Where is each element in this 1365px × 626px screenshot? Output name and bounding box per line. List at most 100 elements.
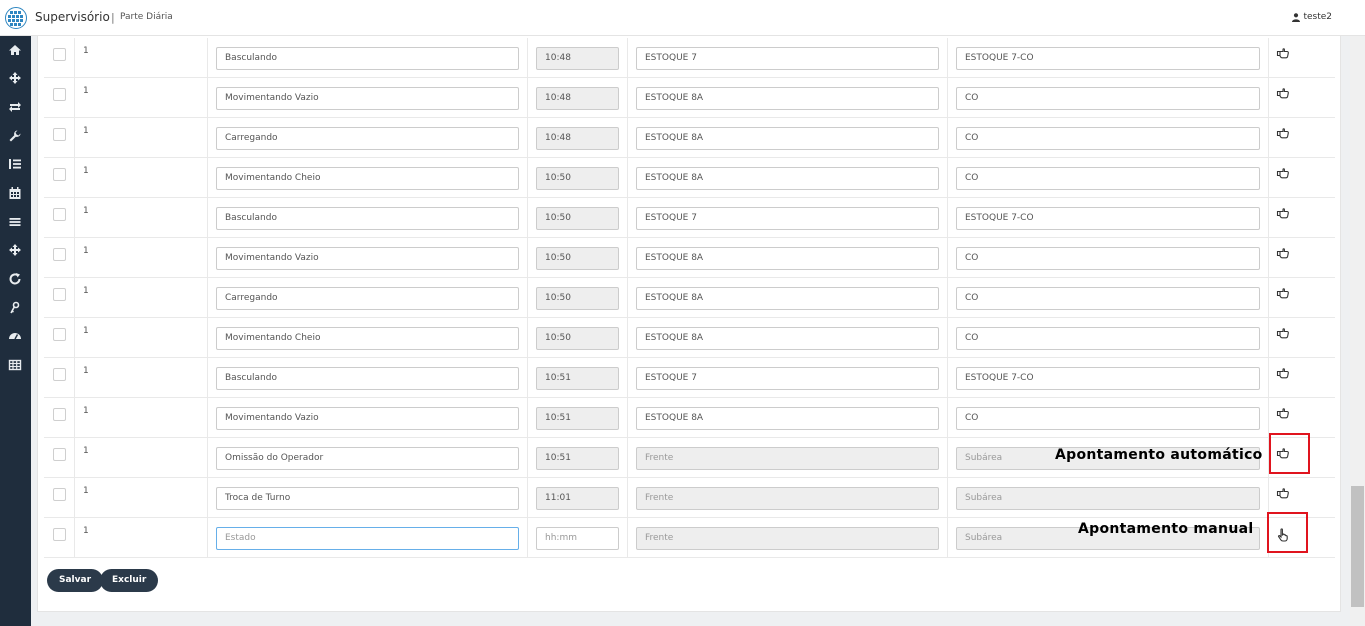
row-checkbox[interactable] [53,128,66,141]
row-checkbox[interactable] [53,208,66,221]
front-input[interactable]: Frente [636,527,939,550]
subarea-input[interactable]: ESTOQUE 7-CO [956,47,1260,70]
front-input[interactable]: ESTOQUE 7 [636,207,939,230]
time-input[interactable]: 10:50 [536,247,619,270]
auto-point-icon[interactable] [1276,326,1290,340]
state-input[interactable]: Movimentando Vazio [216,407,519,430]
time-input[interactable]: 10:50 [536,167,619,190]
auto-point-icon[interactable] [1276,166,1290,180]
state-input[interactable]: Estado [216,527,519,550]
row-number: 1 [83,166,89,176]
front-input[interactable]: ESTOQUE 7 [636,367,939,390]
state-input[interactable]: Omissão do Operador [216,447,519,470]
front-input[interactable]: ESTOQUE 8A [636,127,939,150]
front-input[interactable]: ESTOQUE 7 [636,47,939,70]
state-input[interactable]: Carregando [216,127,519,150]
auto-point-icon[interactable] [1276,206,1290,220]
subarea-input[interactable]: CO [956,407,1260,430]
time-input[interactable]: 10:50 [536,287,619,310]
front-input[interactable]: Frente [636,447,939,470]
auto-point-icon[interactable] [1276,126,1290,140]
row-checkbox[interactable] [53,448,66,461]
subarea-input[interactable]: ESTOQUE 7-CO [956,207,1260,230]
auto-point-icon[interactable] [1276,246,1290,260]
cell-divider [947,318,948,358]
row-checkbox[interactable] [53,488,66,501]
auto-point-icon[interactable] [1276,46,1290,60]
auto-point-icon[interactable] [1276,366,1290,380]
row-checkbox[interactable] [53,328,66,341]
front-input[interactable]: ESTOQUE 8A [636,287,939,310]
subarea-input[interactable]: CO [956,327,1260,350]
state-input[interactable]: Movimentando Cheio [216,167,519,190]
menu-icon[interactable] [8,215,22,229]
exchange-icon[interactable] [8,100,22,114]
subarea-input[interactable]: CO [956,287,1260,310]
row-checkbox[interactable] [53,48,66,61]
state-input[interactable]: Basculando [216,47,519,70]
front-input[interactable]: ESTOQUE 8A [636,167,939,190]
cell-divider [207,198,208,238]
cell-divider [207,358,208,398]
time-input[interactable]: 10:51 [536,367,619,390]
auto-point-icon[interactable] [1276,486,1290,500]
time-input[interactable]: hh:mm [536,527,619,550]
front-input[interactable]: ESTOQUE 8A [636,87,939,110]
state-input[interactable]: Basculando [216,367,519,390]
move-icon[interactable] [8,71,22,85]
user-menu[interactable]: teste2 [1292,12,1332,22]
home-icon[interactable] [8,43,22,57]
row-checkbox[interactable] [53,168,66,181]
list-ol-icon[interactable] [8,157,22,171]
row-checkbox[interactable] [53,248,66,261]
dashboard-icon[interactable] [8,329,22,343]
time-input[interactable]: 10:50 [536,207,619,230]
row-checkbox[interactable] [53,368,66,381]
subarea-input[interactable]: CO [956,167,1260,190]
table-icon[interactable] [8,358,22,372]
time-input[interactable]: 10:51 [536,407,619,430]
cell-divider [1268,198,1269,238]
state-input[interactable]: Movimentando Vazio [216,87,519,110]
move-icon[interactable] [8,243,22,257]
front-input[interactable]: ESTOQUE 8A [636,327,939,350]
state-input[interactable]: Troca de Turno [216,487,519,510]
scrollbar-thumb[interactable] [1351,486,1364,607]
refresh-icon[interactable] [8,272,22,286]
subarea-input[interactable]: CO [956,247,1260,270]
front-input[interactable]: Frente [636,487,939,510]
key-icon[interactable] [8,301,22,315]
time-input[interactable]: 10:48 [536,47,619,70]
time-input[interactable]: 11:01 [536,487,619,510]
subarea-input[interactable]: CO [956,127,1260,150]
calendar-icon[interactable] [8,186,22,200]
subarea-input[interactable]: Subárea [956,487,1260,510]
row-checkbox[interactable] [53,528,66,541]
state-input[interactable]: Movimentando Cheio [216,327,519,350]
front-input[interactable]: ESTOQUE 8A [636,407,939,430]
state-input[interactable]: Carregando [216,287,519,310]
cell-divider [947,118,948,158]
delete-button[interactable]: Excluir [100,569,159,592]
wrench-icon[interactable] [8,129,22,143]
row-number: 1 [83,126,89,136]
state-input[interactable]: Movimentando Vazio [216,247,519,270]
row-checkbox[interactable] [53,88,66,101]
save-button[interactable]: Salvar [47,569,104,592]
state-input[interactable]: Basculando [216,207,519,230]
row-checkbox[interactable] [53,408,66,421]
cell-divider [207,318,208,358]
time-input[interactable]: 10:51 [536,447,619,470]
cell-divider [947,358,948,398]
subarea-input[interactable]: CO [956,87,1260,110]
time-input[interactable]: 10:48 [536,87,619,110]
cell-divider [1268,358,1269,398]
auto-point-icon[interactable] [1276,406,1290,420]
auto-point-icon[interactable] [1276,286,1290,300]
time-input[interactable]: 10:48 [536,127,619,150]
front-input[interactable]: ESTOQUE 8A [636,247,939,270]
auto-point-icon[interactable] [1276,86,1290,100]
time-input[interactable]: 10:50 [536,327,619,350]
row-checkbox[interactable] [53,288,66,301]
subarea-input[interactable]: ESTOQUE 7-CO [956,367,1260,390]
